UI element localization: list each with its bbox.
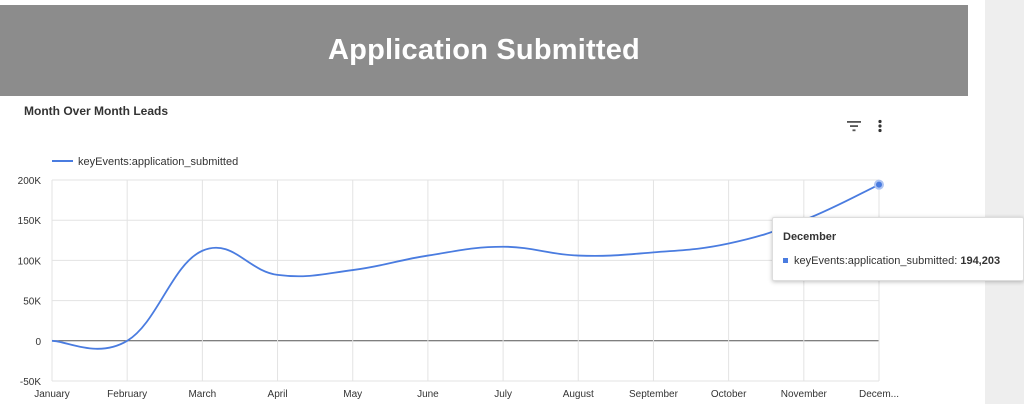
- x-tick-label: February: [107, 389, 147, 400]
- y-tick-label: 150K: [18, 216, 42, 227]
- tooltip-row: keyEvents:application_submitted: 194,203: [783, 255, 1000, 267]
- y-tick-label: -50K: [20, 377, 41, 388]
- x-tick-label: Decem...: [859, 389, 899, 400]
- x-tick-label: May: [343, 389, 362, 400]
- y-tick-label: 200K: [18, 176, 42, 187]
- data-tooltip: December keyEvents:application_submitted…: [772, 217, 1024, 281]
- chart-legend: keyEvents:application_submitted: [52, 156, 238, 168]
- x-tick-label: November: [781, 389, 828, 400]
- tooltip-title: December: [783, 231, 837, 243]
- page-title: Application Submitted: [328, 34, 640, 66]
- x-tick-label: March: [188, 389, 216, 400]
- series-line: [51, 183, 880, 350]
- highlight-point[interactable]: [874, 179, 884, 190]
- tooltip-swatch: [783, 257, 788, 263]
- more-vert-icon[interactable]: [873, 118, 887, 134]
- y-tick-label: 0: [35, 337, 41, 348]
- tooltip-series-label: keyEvents:application_submitted:: [794, 255, 958, 267]
- y-tick-label: 100K: [18, 256, 42, 267]
- tooltip-value: 194,203: [960, 255, 1001, 267]
- right-side-panel: [985, 0, 1024, 404]
- legend-label: keyEvents:application_submitted: [78, 156, 238, 168]
- x-tick-label: September: [629, 389, 679, 400]
- x-tick-label: October: [711, 389, 747, 400]
- y-axis-ticks: -50K 0 50K 100K 150K 200K: [18, 176, 42, 388]
- chart-grid: [51, 179, 880, 382]
- x-tick-label: June: [417, 389, 439, 400]
- x-tick-label: July: [494, 389, 512, 400]
- chart-title: Month Over Month Leads: [24, 104, 168, 118]
- x-axis-ticks: January February March April May June July Augu…: [34, 389, 899, 400]
- filter-icon[interactable]: [845, 118, 863, 134]
- x-tick-label: January: [34, 389, 70, 400]
- series-layer: [51, 179, 884, 350]
- x-tick-label: August: [563, 389, 594, 400]
- y-tick-label: 50K: [23, 297, 41, 308]
- panel-divider: [968, 0, 985, 404]
- header-banner: Application Submitted: [0, 5, 968, 96]
- x-tick-label: April: [268, 389, 288, 400]
